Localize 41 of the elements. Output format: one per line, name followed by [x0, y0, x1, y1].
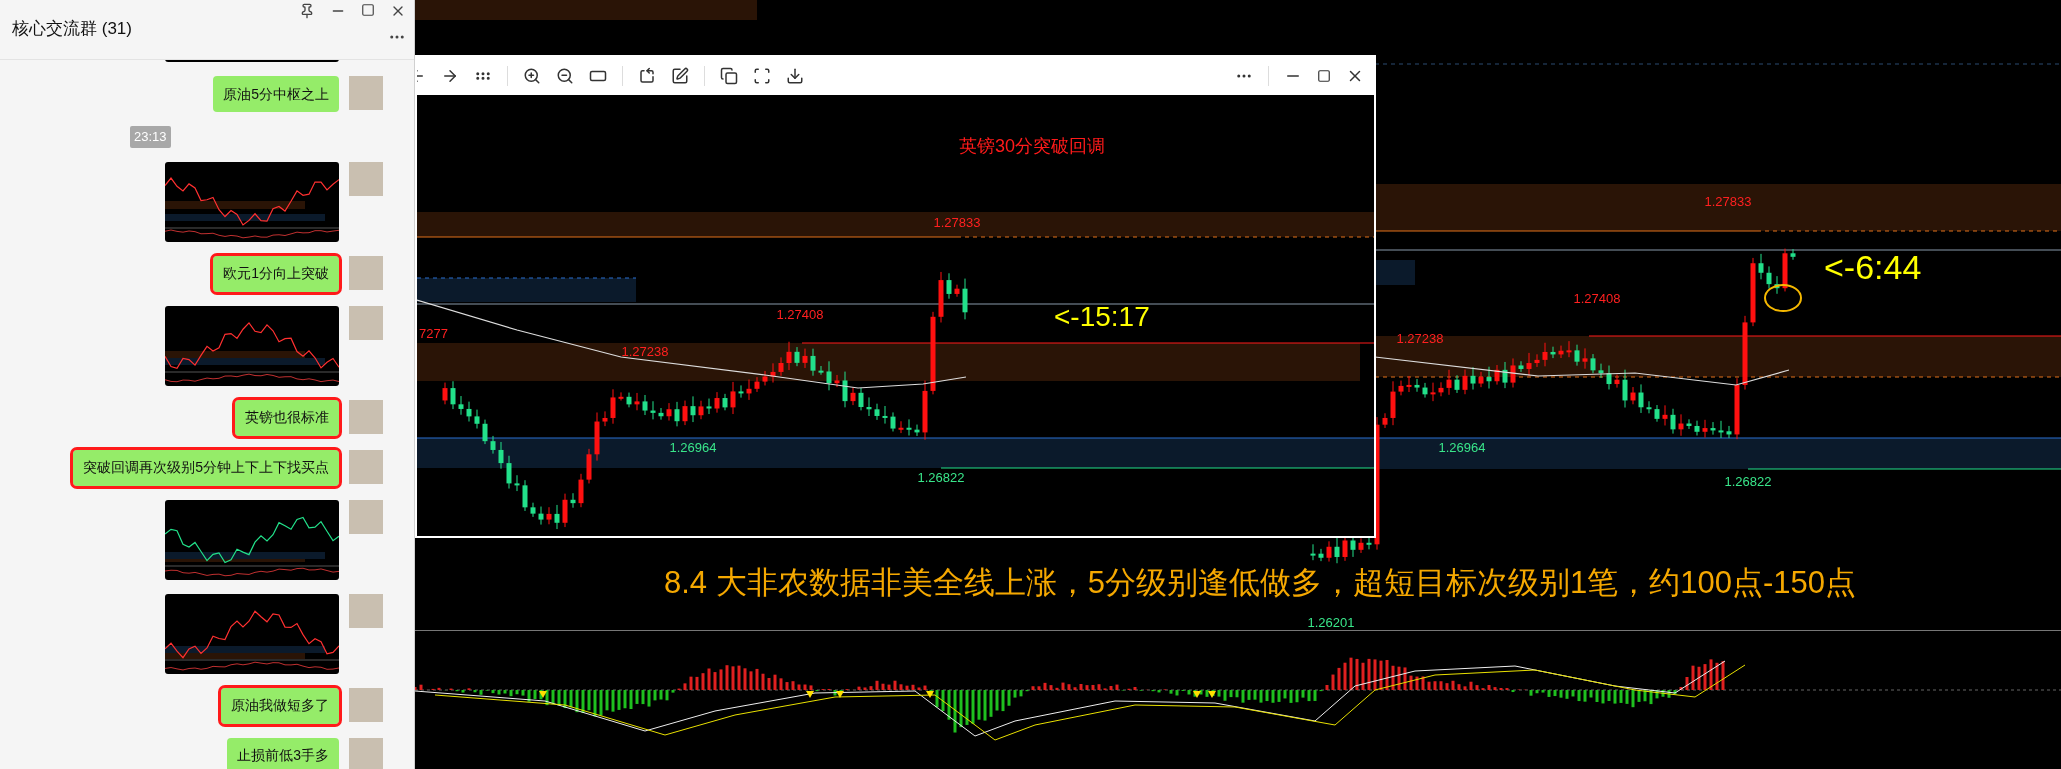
price-label: 1.26964	[669, 440, 717, 454]
price-label: 1.27238	[621, 344, 669, 358]
annotation-text: <-15:17	[1054, 303, 1150, 331]
support-zone	[1375, 260, 1415, 285]
chart-title: 英镑30分突破回调	[959, 137, 1105, 155]
price-label: 1.27238	[1396, 331, 1444, 345]
rotate-icon[interactable]	[638, 67, 656, 85]
price-label: 1.26201	[1307, 615, 1355, 629]
zoom-in-icon[interactable]	[523, 67, 541, 85]
timestamp: 23:13	[130, 126, 171, 148]
copy-icon[interactable]	[720, 67, 738, 85]
annotation-text: <-6:44	[1824, 250, 1922, 284]
message-bubble: 欧元1分向上突破	[213, 255, 339, 292]
edit-icon[interactable]	[671, 67, 689, 85]
maximize-icon[interactable]	[361, 3, 375, 17]
message-bubble: 突破回调再次级别5分钟上下上下找买点	[73, 449, 339, 486]
message-bubble: 原油我做短多了	[221, 687, 339, 724]
price-label: 7277	[419, 326, 448, 340]
price-label: 1.26822	[1724, 474, 1772, 488]
message-bubble: 英镑也很标准	[235, 399, 339, 436]
chart-thumbnail[interactable]	[165, 161, 339, 242]
chart-thumbnail[interactable]	[165, 593, 339, 674]
caption-text: 8.4 大非农数据非美全线上涨，5分级别逢低做多，超短目标次级别1笔，约100点-150点	[664, 566, 1856, 598]
maximize-icon[interactable]	[1317, 69, 1331, 83]
forward-arrow-icon[interactable]	[441, 67, 459, 85]
price-label: 1.27833	[933, 215, 981, 229]
price-label: 1.27408	[776, 307, 824, 321]
zoom-out-icon[interactable]	[556, 67, 574, 85]
price-label: 1.26964	[1438, 440, 1486, 454]
download-icon[interactable]	[786, 67, 804, 85]
pin-icon[interactable]	[299, 3, 315, 19]
price-label: 1.27408	[1573, 291, 1621, 305]
chat-title: 核心交流群 (31)	[12, 17, 132, 40]
chart-thumbnail[interactable]	[165, 305, 339, 386]
message-bubble: 止损前低3手多	[227, 737, 339, 769]
price-label: 1.26822	[917, 470, 965, 484]
message-bubble: 原油5分中枢之上	[213, 76, 339, 112]
circle-annotation-icon	[1763, 283, 1803, 313]
scan-icon[interactable]	[753, 67, 771, 85]
chart-thumbnail[interactable]	[165, 499, 339, 580]
price-label: 1.27833	[1704, 194, 1752, 208]
